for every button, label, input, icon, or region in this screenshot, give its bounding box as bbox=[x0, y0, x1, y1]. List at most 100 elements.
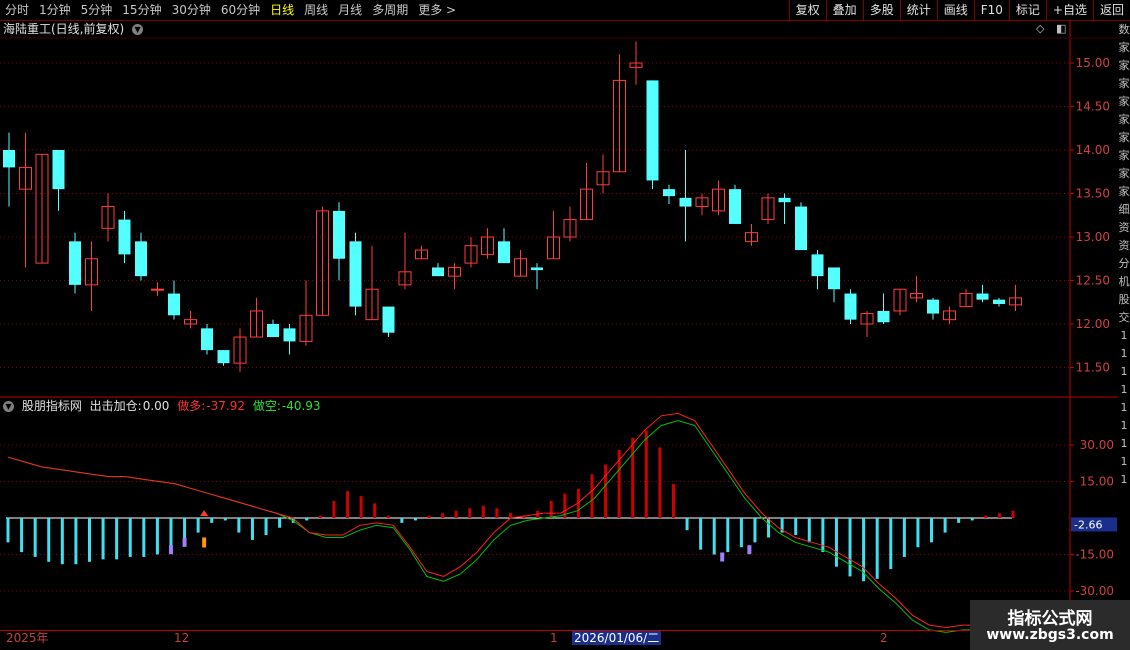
candle-body bbox=[201, 328, 213, 351]
side-tab-label[interactable]: 细 bbox=[1118, 201, 1130, 219]
histogram-bar bbox=[970, 518, 974, 521]
kline-chart: 15.00 14.50 14.00 13.50 13.00 12.50 12.00 11.50… bbox=[0, 21, 1118, 633]
histogram-bar bbox=[930, 518, 934, 543]
side-tab-label[interactable]: 1 bbox=[1118, 327, 1130, 345]
indicator-header: ▼ 股朋指标网 出击加仓:0.00 做多:-37.92 做空:-40.93 bbox=[0, 398, 325, 414]
histogram-bar bbox=[155, 518, 159, 555]
histogram-bar bbox=[346, 491, 350, 518]
side-panel-strip: 数家家家家家家家家家细资资分机股交111111111 bbox=[1118, 21, 1130, 650]
price-tick-label: 12.00 bbox=[1076, 317, 1110, 331]
candle-body bbox=[531, 267, 543, 271]
histogram-bar bbox=[509, 513, 512, 518]
histogram-bar bbox=[644, 430, 648, 518]
histogram-bar bbox=[386, 515, 390, 518]
histogram-bar bbox=[726, 518, 730, 553]
chevron-down-icon[interactable]: ▼ bbox=[3, 401, 14, 412]
side-tab-label[interactable]: 股 bbox=[1118, 291, 1130, 309]
histogram-bar bbox=[318, 515, 322, 518]
candle-body bbox=[729, 189, 741, 224]
histogram-bar bbox=[33, 518, 37, 557]
histogram-bar bbox=[183, 518, 187, 540]
side-tab-label[interactable]: 家 bbox=[1118, 111, 1130, 129]
signal-marker bbox=[720, 552, 725, 562]
selected-date[interactable]: 2026/01/06/二 bbox=[572, 631, 662, 645]
candle-body bbox=[217, 350, 230, 364]
side-tab-label[interactable]: 资 bbox=[1118, 237, 1130, 255]
indicator-tick-label: 30.00 bbox=[1080, 438, 1114, 452]
side-tab-label[interactable]: 家 bbox=[1118, 147, 1130, 165]
histogram-bar bbox=[875, 518, 879, 579]
indicator-tick-label: -15.00 bbox=[1075, 548, 1114, 562]
side-tab-label[interactable]: 分 bbox=[1118, 255, 1130, 273]
date-label-jan: 1 bbox=[550, 631, 558, 645]
side-tab-label[interactable]: 家 bbox=[1118, 93, 1130, 111]
side-tab-label[interactable]: 家 bbox=[1118, 57, 1130, 75]
side-tab-label[interactable]: 1 bbox=[1118, 417, 1130, 435]
candle-body bbox=[663, 189, 675, 197]
histogram-bar bbox=[223, 518, 227, 521]
indicator-value-1: 0.00 bbox=[142, 399, 170, 413]
side-tab-label[interactable]: 家 bbox=[1118, 165, 1130, 183]
side-tab-label[interactable]: 1 bbox=[1118, 363, 1130, 381]
side-tab-label[interactable]: 1 bbox=[1118, 381, 1130, 399]
histogram-bar bbox=[658, 447, 662, 518]
histogram-bar bbox=[794, 518, 798, 536]
side-tab-label[interactable]: 1 bbox=[1118, 471, 1130, 489]
candle-body bbox=[811, 254, 824, 277]
side-tab-label[interactable]: 1 bbox=[1118, 453, 1130, 471]
histogram-bar bbox=[699, 518, 703, 550]
candle-body bbox=[795, 206, 807, 251]
histogram-bar bbox=[604, 464, 608, 518]
current-value-label: -2.66 bbox=[1074, 518, 1102, 531]
candle-body bbox=[877, 310, 890, 323]
price-tick-label: 13.00 bbox=[1076, 230, 1110, 244]
side-tab-label[interactable]: 1 bbox=[1118, 399, 1130, 417]
side-tab-label[interactable]: 数 bbox=[1118, 21, 1130, 39]
signal-marker bbox=[182, 537, 187, 547]
histogram-bar bbox=[169, 518, 173, 548]
histogram-bar bbox=[753, 518, 757, 543]
up-arrow-icon bbox=[200, 510, 209, 516]
histogram-bar bbox=[60, 518, 64, 565]
candle-body bbox=[267, 324, 279, 338]
candle-body bbox=[349, 241, 362, 307]
indicator-label-1: 出击加仓: bbox=[89, 399, 142, 413]
side-tab-label[interactable]: 资 bbox=[1118, 219, 1130, 237]
histogram-bar bbox=[373, 503, 377, 518]
candle-body bbox=[976, 293, 989, 300]
side-tab-label[interactable]: 家 bbox=[1118, 129, 1130, 147]
side-tab-label[interactable]: 1 bbox=[1118, 345, 1130, 363]
side-tab-label[interactable]: 交 bbox=[1118, 309, 1130, 327]
side-tab-label[interactable]: 家 bbox=[1118, 39, 1130, 57]
histogram-bar bbox=[767, 518, 771, 538]
candle-body bbox=[778, 197, 791, 203]
price-tick-label: 13.50 bbox=[1076, 187, 1110, 201]
candle-body bbox=[118, 219, 131, 255]
candle-body bbox=[283, 328, 296, 342]
histogram-bar bbox=[889, 518, 893, 570]
date-label-year: 2025年 bbox=[6, 631, 49, 645]
histogram-bar bbox=[712, 518, 716, 555]
candle-body bbox=[498, 241, 510, 264]
histogram-bar bbox=[196, 518, 200, 533]
indicator-tick-label: 15.00 bbox=[1080, 475, 1114, 489]
signal-marker bbox=[747, 545, 752, 555]
histogram-bar bbox=[984, 515, 988, 518]
candle-body bbox=[646, 80, 659, 181]
side-tab-label[interactable]: 家 bbox=[1118, 183, 1130, 201]
side-tab-label[interactable]: 家 bbox=[1118, 75, 1130, 93]
histogram-bar bbox=[916, 518, 920, 548]
histogram-bar bbox=[20, 518, 24, 553]
histogram-bar bbox=[685, 518, 689, 531]
histogram-bar bbox=[468, 508, 472, 518]
histogram-bar bbox=[74, 518, 78, 565]
histogram-bar bbox=[902, 518, 906, 557]
histogram-bar bbox=[278, 518, 282, 528]
histogram-bar bbox=[400, 518, 404, 523]
side-tab-label[interactable]: 机 bbox=[1118, 273, 1130, 291]
histogram-bar bbox=[957, 518, 961, 523]
histogram-bar bbox=[481, 505, 485, 518]
date-label-dec: 12 bbox=[174, 631, 190, 645]
candle-body bbox=[52, 150, 65, 190]
side-tab-label[interactable]: 1 bbox=[1118, 435, 1130, 453]
